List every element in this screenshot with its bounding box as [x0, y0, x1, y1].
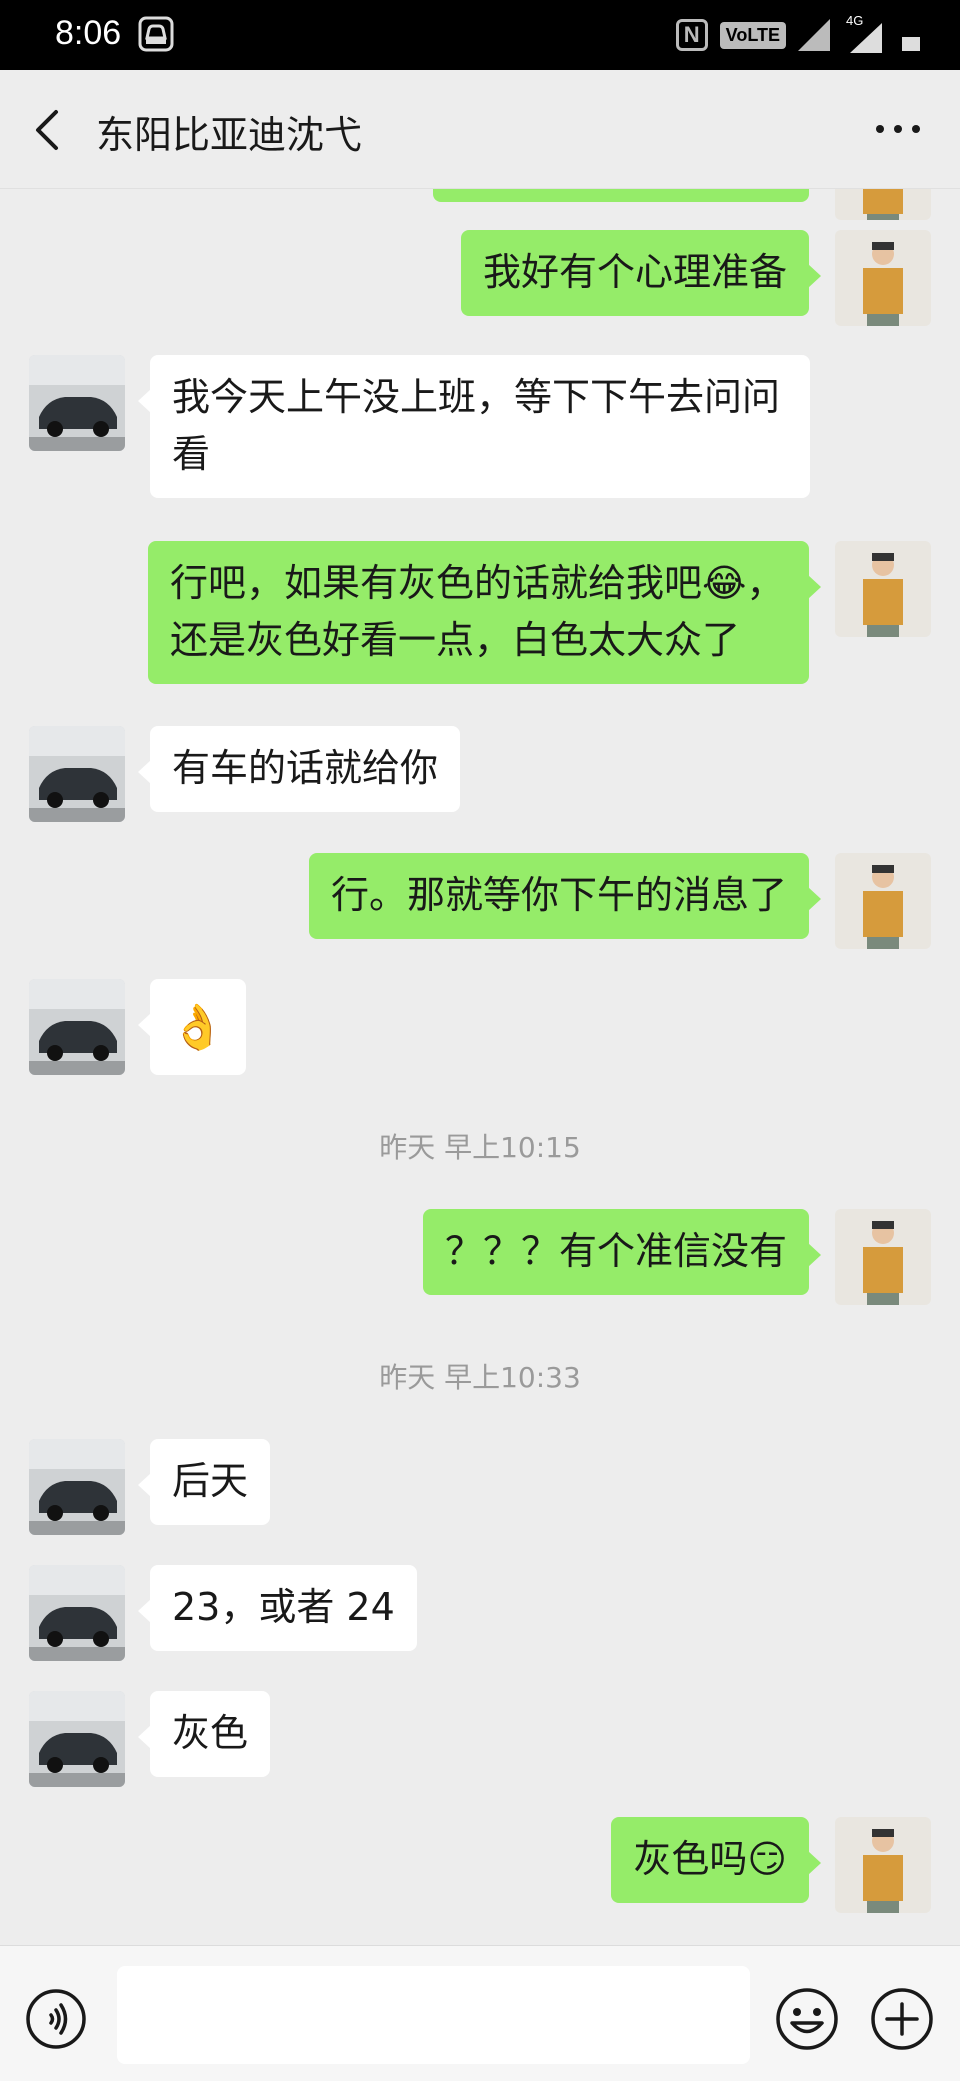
plus-icon[interactable] — [869, 1986, 935, 2052]
volte-badge: VoLTE — [719, 21, 786, 49]
message-bubble-out[interactable]: 我好有个心理准备 — [460, 230, 822, 316]
contact-avatar[interactable] — [29, 355, 125, 451]
status-bar: 8:06 N VoLTE 4G — [0, 0, 960, 70]
message-bubble-in[interactable]: 23，或者 24 — [138, 1565, 417, 1651]
battery-icon — [902, 37, 920, 51]
my-avatar[interactable] — [835, 230, 931, 326]
chat-header: 东阳比亚迪沈弋 — [0, 70, 960, 189]
signal-icon — [798, 19, 830, 51]
status-icons: N VoLTE 4G — [675, 13, 920, 56]
message-bubble-in[interactable]: 灰色 — [137, 1691, 271, 1777]
message-bubble-out[interactable]: 灰色吗😏 — [611, 1817, 821, 1903]
chat-title: 东阳比亚迪沈弋 — [96, 113, 363, 157]
nfc-icon: N — [675, 19, 708, 51]
message-bubble-in[interactable]: 有车的话就给你 — [137, 726, 461, 812]
message-bubble-in[interactable]: 我今天上午没上班，等下下午去问问看 — [138, 355, 810, 498]
clock: 8:06 — [55, 14, 122, 52]
contact-avatar[interactable] — [29, 1439, 125, 1535]
chevron-left-icon[interactable] — [28, 108, 68, 152]
my-avatar[interactable] — [835, 541, 931, 637]
timestamp: 昨天 早上10:15 — [379, 1131, 581, 1164]
timestamp: 昨天 早上10:33 — [379, 1361, 581, 1394]
more-dots-icon[interactable] — [876, 125, 920, 135]
smiley-icon[interactable] — [774, 1986, 840, 2052]
my-avatar[interactable] — [835, 1209, 931, 1305]
my-avatar[interactable] — [835, 1817, 931, 1913]
message-bubble-out[interactable]: 行吧，如果有灰色的话就给我吧😂，还是灰色好看一点，白色太大众了 — [148, 541, 821, 684]
driving-mode-icon — [138, 16, 174, 52]
contact-avatar[interactable] — [29, 1565, 125, 1661]
input-bar — [0, 1945, 960, 2081]
message-bubble-out[interactable]: ？？？有个准信没有 — [422, 1209, 822, 1295]
contact-avatar[interactable] — [29, 979, 125, 1075]
signal-4g-icon: 4G — [842, 13, 882, 53]
voice-icon[interactable] — [25, 1988, 87, 2050]
message-bubble-out[interactable]: 行。那就等你下午的消息了 — [308, 853, 822, 939]
message-bubble-in[interactable]: 后天 — [137, 1439, 271, 1525]
contact-avatar[interactable] — [29, 1691, 125, 1787]
ok-hand-emoji: 👌 — [170, 1001, 225, 1053]
message-input[interactable] — [117, 1966, 750, 2064]
message-bubble-in[interactable]: 👌 — [138, 979, 246, 1075]
contact-avatar[interactable] — [29, 726, 125, 822]
my-avatar[interactable] — [835, 853, 931, 949]
message-list[interactable]: 我好有个心理准备 我今天上午没上班，等下下午去问问看 行吧，如果有灰色的话就给我… — [0, 0, 960, 1945]
